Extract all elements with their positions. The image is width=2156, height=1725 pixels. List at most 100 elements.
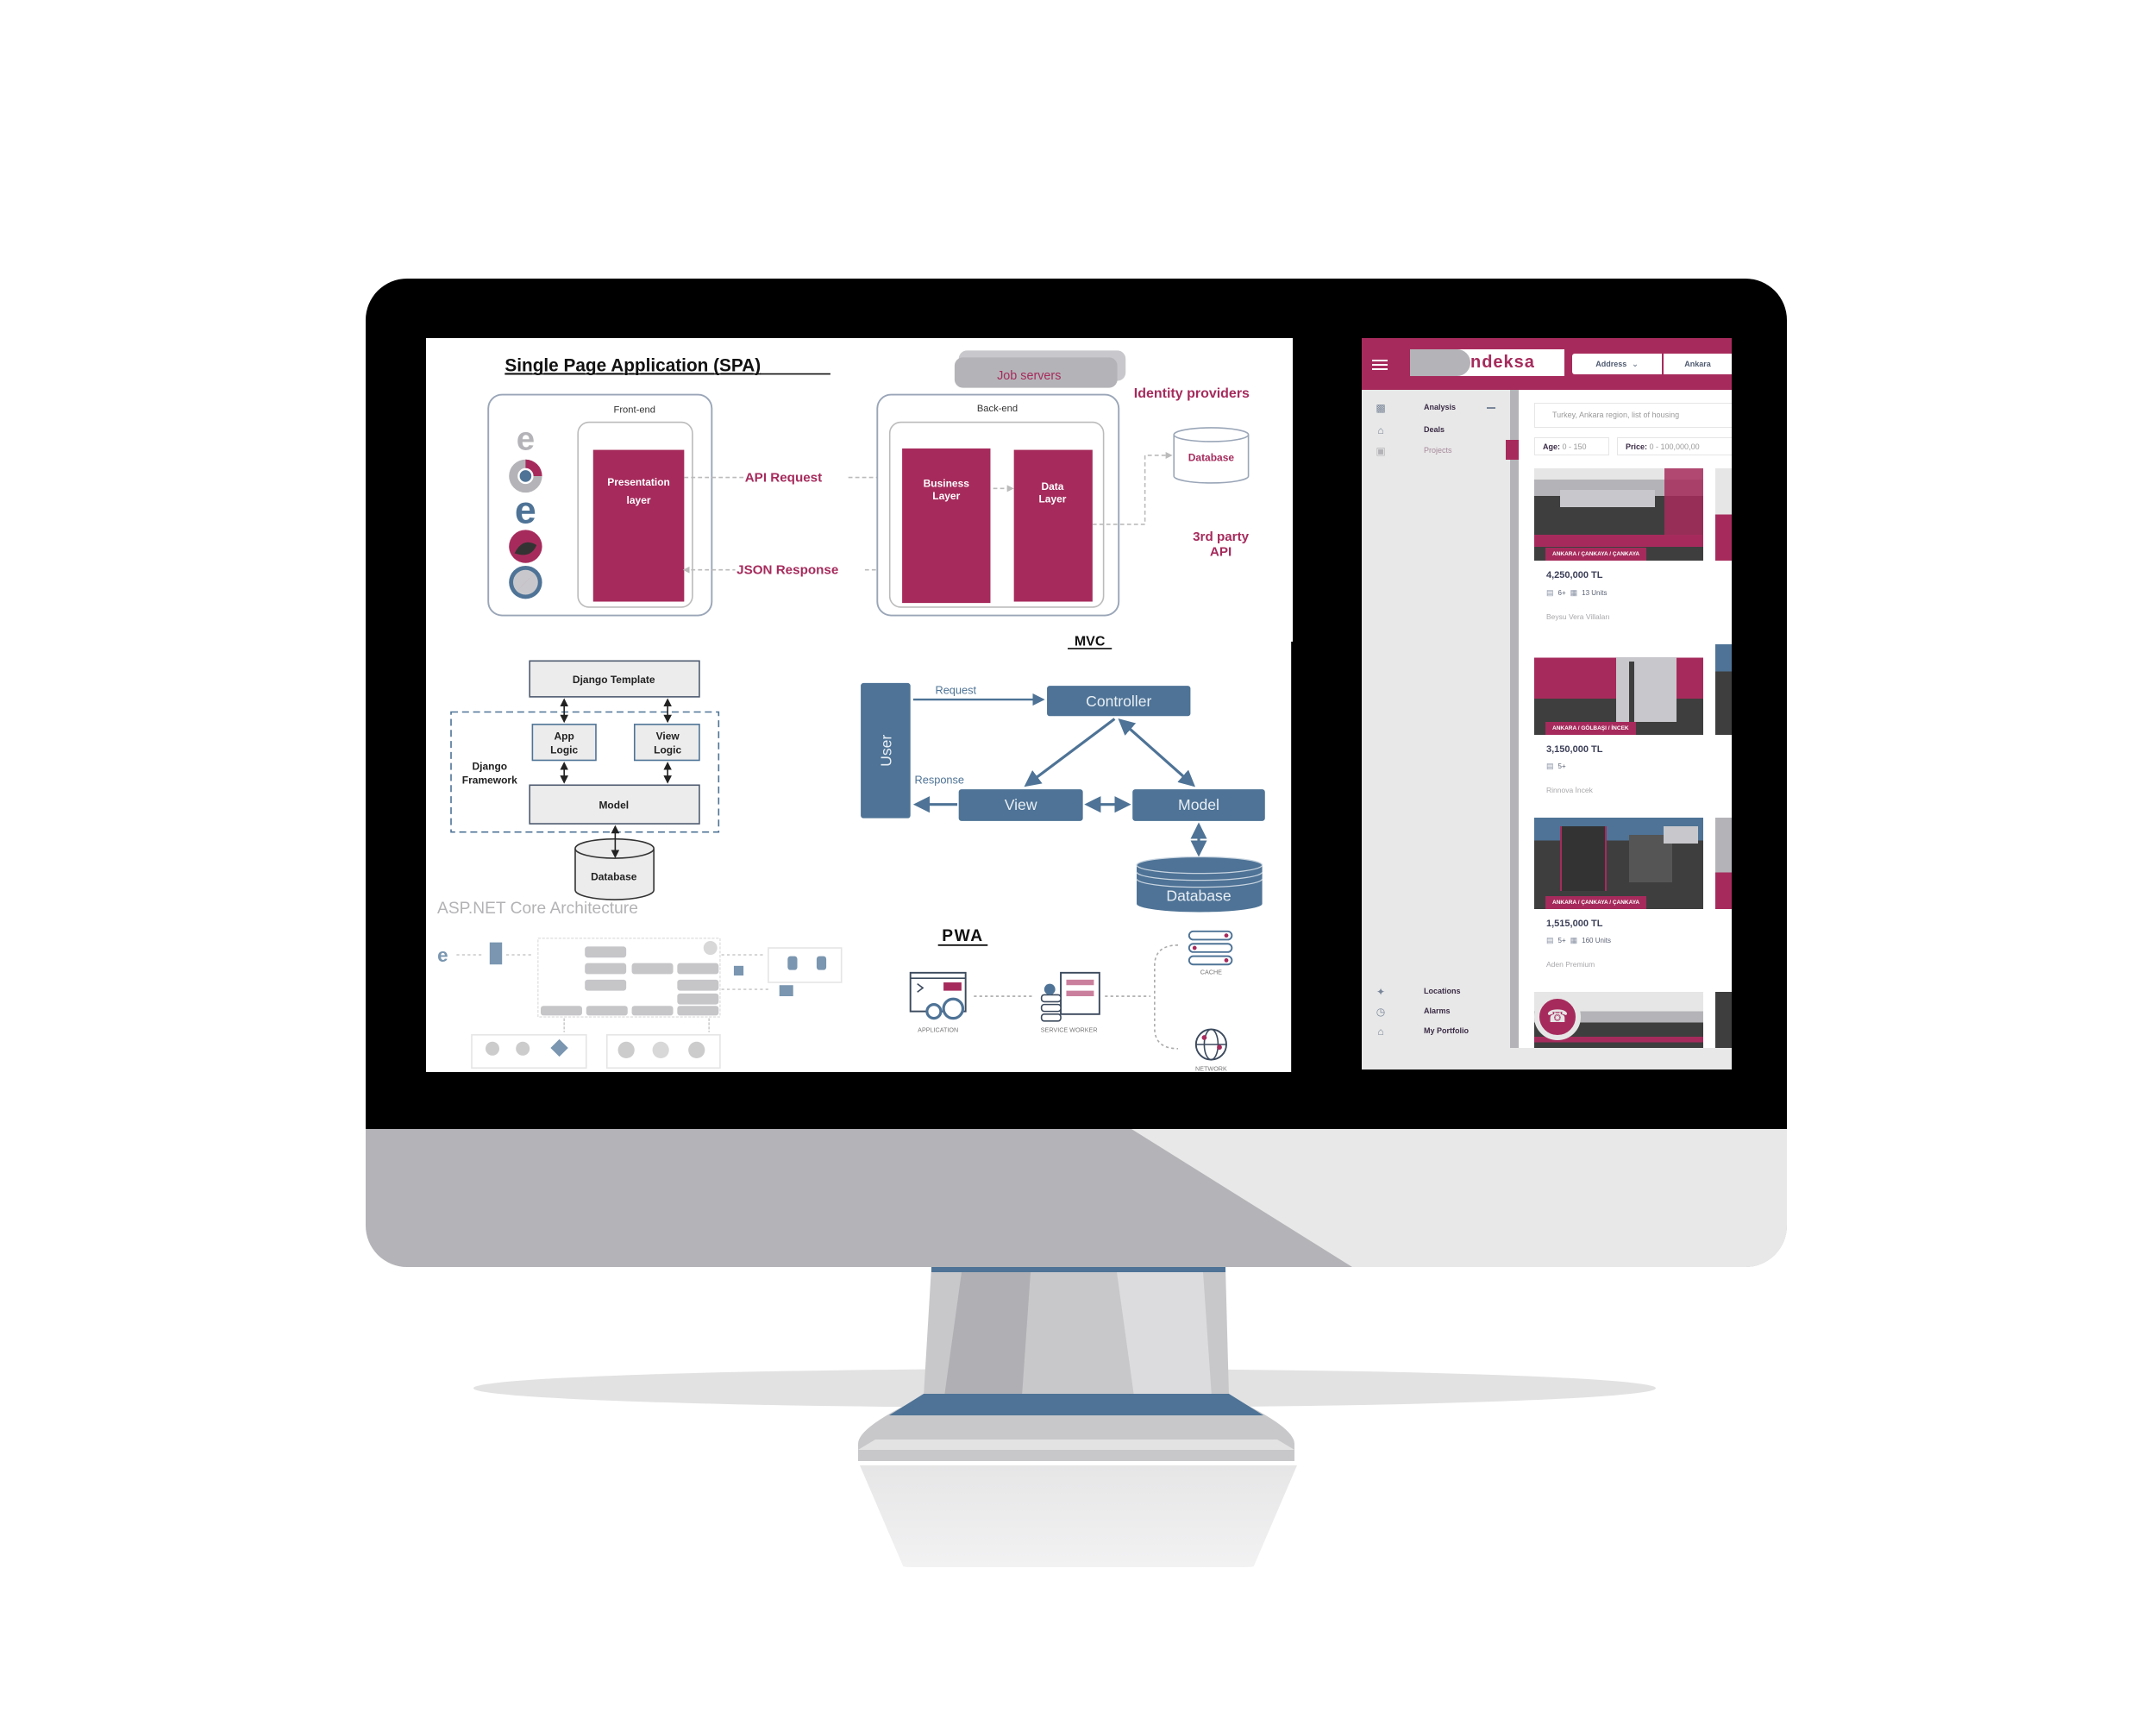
edge-icon: e: [515, 488, 536, 531]
sql-database-icon: [787, 956, 798, 970]
mail-icon: [779, 985, 793, 997]
monitor-chin: [366, 1129, 1787, 1267]
edge-icon: e: [437, 944, 448, 966]
address-label: Address: [1595, 360, 1627, 368]
monitor-stand: [858, 1267, 1294, 1461]
rooms-icon: ▤: [1546, 936, 1554, 944]
units-value: 160 Units: [1582, 937, 1611, 944]
rooms-icon: ▤: [1546, 588, 1554, 597]
api-request-label: API Request: [745, 470, 822, 485]
frontend-label: Front-end: [614, 405, 656, 415]
spa-diagram: Single Page Application (SPA) Job server…: [487, 350, 1250, 617]
mvc-request-label: Request: [935, 684, 976, 697]
presentation-label: Presentation: [607, 476, 670, 488]
city-selector[interactable]: Ankara: [1664, 354, 1732, 374]
listing-price: 4,250,000 TL: [1546, 570, 1603, 580]
sidebar-item-analysis[interactable]: ▩ Analysis: [1362, 400, 1510, 417]
next-listing-image[interactable]: [1715, 818, 1732, 909]
address-dropdown[interactable]: Address ⌄: [1572, 354, 1662, 374]
filter-value: 0 - 100,000,00: [1649, 442, 1700, 451]
pwa-diagram: PWA APPLICATION SERVICE WORKER CACHE NET…: [909, 927, 1233, 1072]
business-label: Business: [924, 478, 970, 490]
network-globe-icon: [1194, 1028, 1227, 1061]
application-label: APPLICATION: [918, 1026, 958, 1034]
rooms-value: 6+: [1557, 589, 1566, 597]
app-logic-label: App: [555, 730, 574, 742]
listing-name[interactable]: Beysu Vera Villaları: [1546, 612, 1610, 621]
filter-age[interactable]: Age: 0 - 150: [1534, 437, 1609, 455]
search-input[interactable]: Turkey, Ankara region, list of housing: [1534, 403, 1732, 428]
mvc-title: MVC: [1075, 635, 1106, 649]
nosql-database-icon: [816, 956, 827, 970]
cache-label: CACHE: [1200, 968, 1222, 975]
aspnet-diagram: ASP.NET Core Architecture e: [437, 900, 843, 1070]
django-framework-label: Django: [472, 761, 507, 773]
collapse-icon[interactable]: [1487, 407, 1495, 409]
sidebar-item-alarms[interactable]: ◷ Alarms: [1362, 1004, 1510, 1021]
application-icon: [909, 971, 967, 1020]
sidebar-item-locations[interactable]: ✦ Locations: [1362, 984, 1510, 1001]
view-logic-label: View: [656, 730, 680, 742]
sidebar-item-label: Deals: [1424, 425, 1445, 434]
house-icon: ⌂: [1377, 424, 1384, 436]
service-worker-icon: [1040, 971, 1100, 1022]
logo-text: ndeksa: [1470, 353, 1535, 372]
safari-icon: [509, 565, 542, 599]
units-icon: ▦: [1570, 936, 1578, 944]
city-label: Ankara: [1684, 360, 1711, 368]
architecture-diagrams-screen: Single Page Application (SPA) Job server…: [426, 338, 1294, 1072]
third-party-api-label-2: API: [1210, 545, 1232, 560]
stand-reflection: [860, 1465, 1297, 1567]
hamburger-menu-icon[interactable]: [1372, 357, 1388, 371]
location-badge: ANKARA / GÖLBAŞI / İNCEK: [1545, 722, 1636, 735]
sidebar-item-deals[interactable]: ⌂ Deals: [1362, 423, 1510, 440]
listing-name[interactable]: Rinnova İncek: [1546, 786, 1593, 794]
next-listing-image[interactable]: [1715, 992, 1732, 1048]
listing-image[interactable]: ANKARA / GÖLBAŞI / İNCEK: [1534, 644, 1703, 735]
network-label: NETWORK: [1195, 1064, 1227, 1072]
business-label-2: Layer: [932, 490, 960, 502]
filter-value: 0 - 150: [1562, 442, 1587, 451]
units-value: 13 Units: [1582, 589, 1608, 597]
map-pin-icon: ✦: [1376, 986, 1386, 998]
business-layer: [902, 448, 991, 604]
rooms-value: 5+: [1557, 937, 1566, 944]
sidebar-item-label: Analysis: [1424, 403, 1457, 411]
sidebar-scrollbar[interactable]: [1510, 390, 1519, 1048]
next-listing-image[interactable]: [1715, 468, 1732, 561]
listing-image[interactable]: ANKARA / ÇANKAYA / ÇANKAYA: [1534, 818, 1703, 909]
aspnet-title: ASP.NET Core Architecture: [437, 900, 638, 918]
sidebar-item-my-portfolio[interactable]: ⌂ My Portfolio: [1362, 1024, 1510, 1041]
filter-label: Age:: [1543, 442, 1560, 451]
mvc-model-label: Model: [1178, 796, 1219, 813]
listing-specs: ▤ 5+ ▦ 160 Units: [1546, 936, 1611, 945]
database-label: Database: [1188, 451, 1235, 463]
database-cylinder: Database: [1173, 427, 1250, 484]
sidebar-item-label: Projects: [1424, 446, 1452, 455]
svg-text:e: e: [515, 488, 536, 531]
sidebar: [1362, 390, 1510, 1048]
mvc-diagram: MVC User Controller View Model Request R…: [861, 635, 1265, 913]
chat-support-button[interactable]: ☎: [1534, 994, 1581, 1040]
service-worker-label: SERVICE WORKER: [1041, 1026, 1098, 1034]
location-badge: ANKARA / ÇANKAYA / ÇANKAYA: [1545, 548, 1647, 561]
sidebar-item-label: My Portfolio: [1424, 1026, 1469, 1035]
mvc-database-label: Database: [1166, 888, 1231, 905]
listing-image[interactable]: ANKARA / ÇANKAYA / ÇANKAYA: [1534, 468, 1703, 561]
mvc-controller-label: Controller: [1086, 693, 1151, 710]
filter-price[interactable]: Price: 0 - 100,000,00: [1617, 437, 1732, 455]
identity-providers-label: Identity providers: [1134, 386, 1250, 401]
rooms-icon: ▤: [1546, 762, 1554, 770]
next-listing-image[interactable]: [1715, 644, 1732, 735]
alarm-icon: ◷: [1376, 1006, 1386, 1018]
app-header: ndeksa Address ⌄ Ankara: [1362, 338, 1732, 390]
portfolio-house-icon: ⌂: [1377, 1026, 1384, 1038]
building-icon: ▣: [1376, 445, 1386, 457]
headset-icon: ☎: [1546, 1007, 1569, 1026]
django-diagram: Django Template App Logic View Logic Dja…: [450, 660, 720, 900]
cache-icon: [1188, 930, 1233, 966]
app-logo[interactable]: ndeksa: [1410, 349, 1564, 376]
listing-name[interactable]: Aden Premium: [1546, 960, 1595, 969]
listing-specs: ▤ 6+ ▦ 13 Units: [1546, 588, 1608, 598]
sidebar-item-projects[interactable]: ▣ Projects: [1362, 443, 1510, 461]
